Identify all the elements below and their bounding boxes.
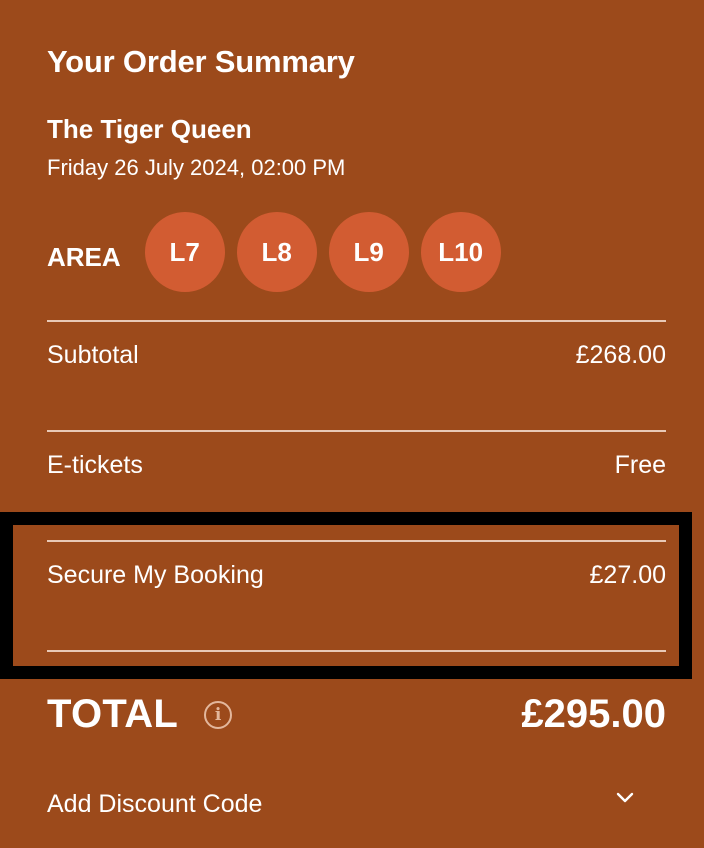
divider [47, 540, 666, 542]
total-label: TOTAL [47, 692, 179, 736]
area-label: AREA [47, 241, 121, 272]
discount-code-label[interactable]: Add Discount Code [47, 790, 262, 819]
seat-area-row: AREA L7 L8 L9 L10 [47, 212, 513, 292]
info-icon[interactable]: i [204, 700, 233, 729]
show-title: The Tiger Queen [47, 114, 252, 144]
secure-booking-highlight-box [0, 512, 692, 679]
etickets-label: E-tickets [47, 451, 143, 479]
divider [47, 650, 666, 652]
total-value: £295.00 [521, 692, 666, 736]
etickets-value: Free [614, 451, 666, 479]
etickets-row: E-tickets Free [47, 451, 666, 480]
secure-booking-value: £27.00 [589, 561, 666, 589]
chevron-down-icon[interactable] [614, 787, 636, 809]
secure-booking-row: Secure My Booking £27.00 [47, 561, 666, 590]
subtotal-label: Subtotal [47, 341, 139, 369]
seat-badge-l8: L8 [236, 212, 317, 292]
order-summary-heading: Your Order Summary [47, 44, 355, 79]
subtotal-row: Subtotal £268.00 [47, 341, 666, 370]
seat-badge-l7: L7 [144, 212, 225, 292]
show-date: Friday 26 July 2024, 02:00 PM [47, 155, 346, 180]
seat-badge-l10: L10 [420, 212, 501, 292]
discount-code-toggle[interactable]: Add Discount Code [47, 790, 666, 819]
divider [47, 430, 666, 432]
total-row: TOTAL i £295.00 [47, 692, 666, 737]
secure-booking-label: Secure My Booking [47, 561, 264, 589]
divider [47, 320, 666, 322]
seat-badge-l9: L9 [328, 212, 409, 292]
subtotal-value: £268.00 [575, 341, 666, 369]
